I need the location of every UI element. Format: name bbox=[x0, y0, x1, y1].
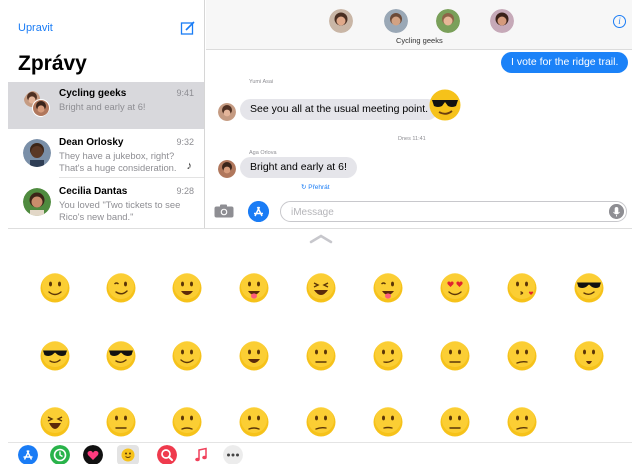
conversation-dean-orlosky[interactable]: Dean Orlosky 9:32 They have a jukebox, r… bbox=[8, 131, 204, 178]
conversation-time: 9:41 bbox=[176, 88, 194, 98]
page-title: Zprávy bbox=[18, 52, 87, 75]
avatar bbox=[218, 103, 236, 121]
kiss-sticker-icon[interactable] bbox=[507, 273, 537, 303]
unamused-sticker-icon[interactable] bbox=[239, 407, 269, 437]
avatar bbox=[23, 139, 51, 167]
chevron-up-icon[interactable] bbox=[308, 233, 334, 245]
app-store-icon[interactable] bbox=[18, 445, 38, 464]
heart-eyes-sticker-icon[interactable] bbox=[440, 273, 470, 303]
smile-sticker-icon[interactable] bbox=[40, 273, 70, 303]
sunglasses-sticker-icon[interactable] bbox=[40, 341, 70, 371]
conversation-preview: They have a jukebox, right? That's a hug… bbox=[59, 150, 177, 173]
microphone-icon[interactable] bbox=[609, 204, 624, 219]
neutral-sticker-icon[interactable] bbox=[440, 407, 470, 437]
conversation-preview: You loved "Two tickets to see Rico's new… bbox=[59, 199, 181, 222]
heart-app-icon[interactable] bbox=[83, 445, 103, 464]
camera-icon[interactable] bbox=[214, 204, 234, 218]
conversation-time: 9:28 bbox=[176, 186, 194, 196]
sticker-drawer bbox=[8, 228, 632, 464]
conversation-cycling-geeks[interactable]: Cycling geeks 9:41 Bright and early at 6… bbox=[8, 82, 204, 129]
conversation-sidebar: Upravit Zprávy Cycling geeks 9:41 Bright… bbox=[8, 0, 205, 228]
confused-sticker-icon[interactable] bbox=[507, 341, 537, 371]
neutral-sticker-icon[interactable] bbox=[106, 407, 136, 437]
divider bbox=[59, 177, 204, 178]
conversation-name: Cecilia Dantas bbox=[59, 186, 128, 197]
laugh-sticker-icon[interactable] bbox=[306, 273, 336, 303]
incoming-message[interactable]: See you all at the usual meeting point. bbox=[240, 99, 439, 120]
avatar bbox=[218, 160, 236, 178]
message-input[interactable]: iMessage bbox=[280, 201, 627, 222]
surprised-sticker-icon[interactable] bbox=[574, 341, 604, 371]
music-note-icon: ♪ bbox=[186, 160, 193, 172]
group-name[interactable]: Cycling geeks bbox=[396, 36, 443, 45]
shout-sticker-icon[interactable] bbox=[40, 407, 70, 437]
conversation-cecilia-dantas[interactable]: Cecilia Dantas 9:28 You loved "Two ticke… bbox=[8, 180, 204, 227]
replay-button[interactable]: ↻ Přehrát bbox=[301, 183, 330, 191]
unamused-sticker-icon[interactable] bbox=[172, 407, 202, 437]
conversation-name: Dean Orlosky bbox=[59, 137, 124, 148]
sunglasses-sticker-icon[interactable] bbox=[574, 273, 604, 303]
chat-transcript: I vote for the ridge trail. Yumi Asai Se… bbox=[206, 50, 632, 228]
conversation-preview: Bright and early at 6! bbox=[59, 101, 146, 112]
smile-sticker-icon[interactable] bbox=[172, 341, 202, 371]
wink-sticker-icon[interactable] bbox=[106, 273, 136, 303]
tongue-sticker-icon[interactable] bbox=[239, 273, 269, 303]
participant-avatar[interactable] bbox=[436, 9, 460, 33]
stickers-tab[interactable] bbox=[117, 445, 139, 464]
neutral-sticker-icon[interactable] bbox=[440, 341, 470, 371]
participant-avatar[interactable] bbox=[490, 9, 514, 33]
compose-icon[interactable] bbox=[180, 20, 196, 36]
thinking-sticker-icon[interactable] bbox=[373, 407, 403, 437]
timestamp: Dnes 11:41 bbox=[398, 136, 426, 142]
activity-icon[interactable] bbox=[50, 445, 70, 464]
sunglasses-sticker-icon[interactable] bbox=[428, 88, 462, 122]
info-icon[interactable]: i bbox=[613, 15, 626, 28]
smiley-sticker-icon bbox=[121, 448, 135, 462]
cool-sticker-icon[interactable] bbox=[106, 341, 136, 371]
edit-button[interactable]: Upravit bbox=[18, 22, 53, 34]
more-icon[interactable] bbox=[223, 445, 243, 464]
group-avatar bbox=[24, 91, 50, 117]
smirk-sticker-icon[interactable] bbox=[373, 341, 403, 371]
sender-name: Aga Orlova bbox=[249, 150, 277, 156]
incoming-message[interactable]: Bright and early at 6! bbox=[240, 157, 357, 178]
chat-header: Cycling geeks i bbox=[206, 0, 632, 50]
tongue-wink-sticker-icon[interactable] bbox=[373, 273, 403, 303]
imessage-app-bar bbox=[8, 442, 632, 464]
conversation-name: Cycling geeks bbox=[59, 88, 127, 99]
app-store-icon[interactable] bbox=[248, 201, 269, 222]
participant-avatar[interactable] bbox=[329, 9, 353, 33]
participant-avatar[interactable] bbox=[384, 9, 408, 33]
grin-sticker-icon[interactable] bbox=[239, 341, 269, 371]
conversation-time: 9:32 bbox=[176, 137, 194, 147]
neutral-sticker-icon[interactable] bbox=[306, 341, 336, 371]
avatar bbox=[23, 188, 51, 216]
confused-sticker-icon[interactable] bbox=[507, 407, 537, 437]
sender-name: Yumi Asai bbox=[249, 79, 274, 85]
outgoing-message[interactable]: I vote for the ridge trail. bbox=[501, 52, 629, 73]
confused-sticker-icon[interactable] bbox=[306, 407, 336, 437]
search-images-icon[interactable] bbox=[157, 445, 177, 464]
grin-sticker-icon[interactable] bbox=[172, 273, 202, 303]
messages-app: Upravit Zprávy Cycling geeks 9:41 Bright… bbox=[0, 0, 632, 464]
message-input-placeholder: iMessage bbox=[291, 207, 334, 218]
music-icon[interactable] bbox=[191, 445, 211, 464]
